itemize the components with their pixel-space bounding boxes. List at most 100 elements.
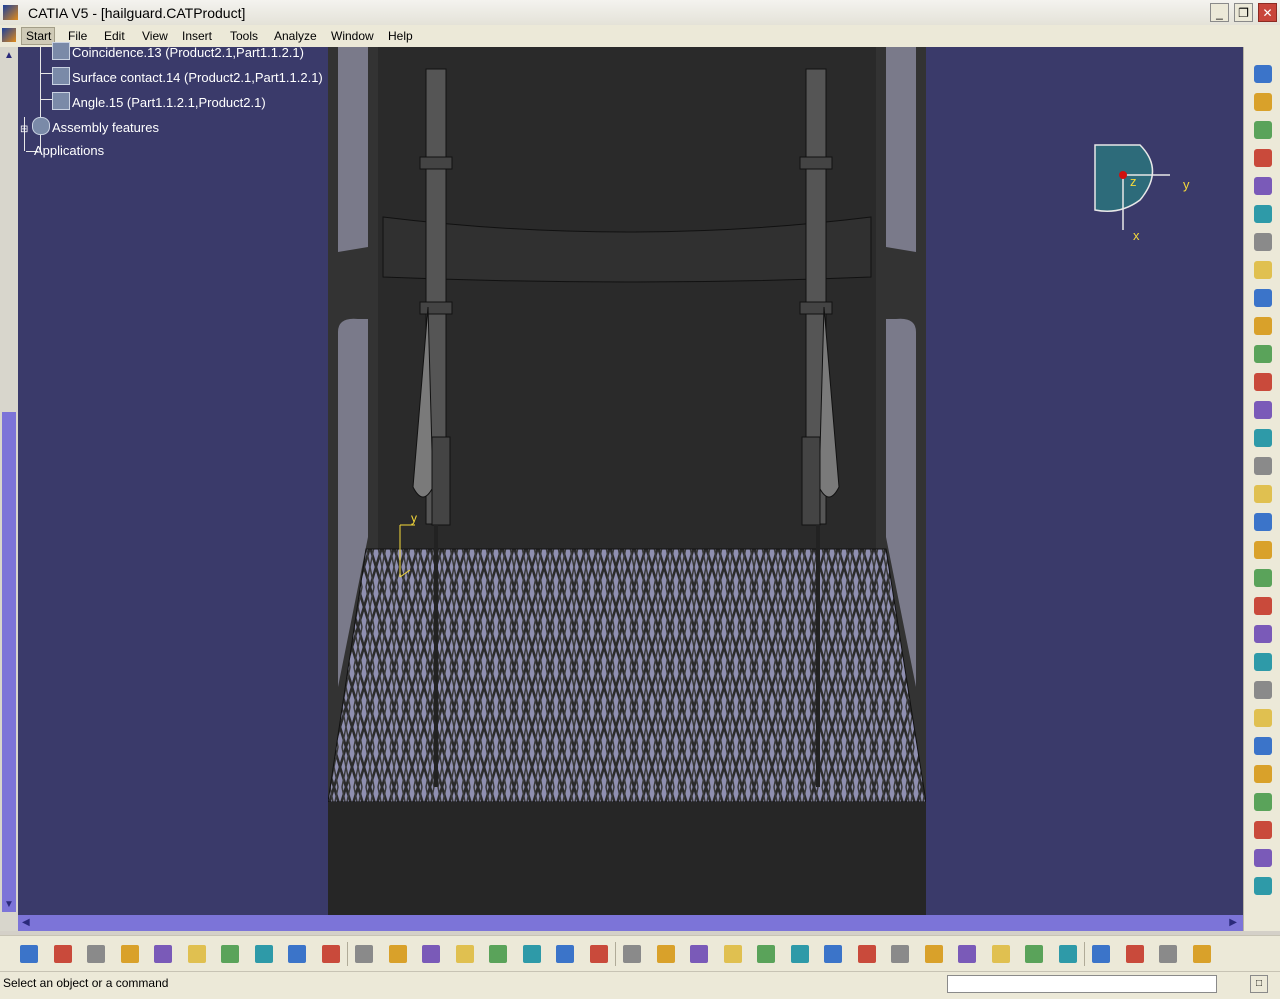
paste-icon[interactable] bbox=[221, 945, 239, 963]
quick-view-icon[interactable] bbox=[824, 945, 842, 963]
scroll-down-icon[interactable]: ▼ bbox=[4, 899, 14, 910]
menu-view[interactable]: View bbox=[142, 29, 168, 43]
update-icon[interactable] bbox=[1254, 877, 1272, 895]
sketcher-icon[interactable] bbox=[1254, 65, 1272, 83]
tree-node-surface-contact[interactable]: Surface contact.14 (Product2.1,Part1.1.2… bbox=[52, 67, 323, 85]
pan-icon[interactable] bbox=[656, 945, 675, 963]
menu-tools[interactable]: Tools bbox=[230, 29, 258, 43]
menu-file[interactable]: File bbox=[68, 29, 87, 43]
design-table-icon[interactable] bbox=[422, 945, 440, 963]
tree-node-angle[interactable]: Angle.15 (Part1.1.2.1,Product2.1) bbox=[52, 92, 266, 110]
menu-edit[interactable]: Edit bbox=[104, 29, 125, 43]
contact-constraint-icon[interactable] bbox=[1254, 625, 1272, 643]
table-icon[interactable] bbox=[455, 945, 474, 963]
cut-icon[interactable] bbox=[154, 945, 172, 963]
quick-constraint-icon[interactable] bbox=[1254, 765, 1272, 783]
redo-icon[interactable] bbox=[288, 945, 306, 963]
expand-plus-icon[interactable]: ⊞ bbox=[20, 124, 28, 135]
menu-analyze[interactable]: Analyze bbox=[274, 29, 317, 43]
multi-instantiation-icon[interactable] bbox=[1254, 373, 1272, 391]
zoom-out-icon[interactable] bbox=[757, 945, 775, 963]
replace-component-icon[interactable] bbox=[1254, 233, 1272, 251]
tree-node-applications[interactable]: Applications bbox=[34, 143, 104, 158]
snap-icon[interactable] bbox=[1254, 513, 1272, 531]
update-all-icon[interactable] bbox=[1092, 945, 1110, 963]
knowledge-advisor-icon[interactable] bbox=[388, 945, 407, 963]
select-arrow-icon[interactable] bbox=[1254, 93, 1272, 111]
horizontal-scrollbar[interactable]: ◀ ▶ bbox=[18, 915, 1243, 931]
command-options-icon[interactable]: □ bbox=[1250, 975, 1268, 993]
fix-component-icon[interactable] bbox=[1254, 709, 1272, 727]
whats-this-icon[interactable] bbox=[321, 945, 340, 963]
menu-start[interactable]: Start bbox=[26, 29, 51, 43]
specification-tree: Coincidence.13 (Product2.1,Part1.1.2.1) … bbox=[18, 42, 348, 187]
measure-icon[interactable] bbox=[522, 945, 541, 963]
create-multi-view-icon[interactable] bbox=[857, 945, 876, 963]
tree-node-coincidence[interactable]: Coincidence.13 (Product2.1,Part1.1.2.1) bbox=[52, 42, 304, 60]
save-icon[interactable] bbox=[87, 945, 105, 963]
copy-icon[interactable] bbox=[187, 945, 206, 963]
catia-app-icon[interactable] bbox=[3, 5, 18, 20]
catia-logo-icon[interactable] bbox=[1192, 945, 1211, 963]
catalog-browser-icon[interactable] bbox=[556, 945, 574, 963]
open-icon[interactable] bbox=[53, 945, 72, 963]
graph-tree-reordering-icon[interactable] bbox=[1254, 261, 1272, 279]
selective-load-icon[interactable] bbox=[1254, 317, 1272, 335]
analysis-icon[interactable] bbox=[1159, 945, 1177, 963]
law-icon[interactable] bbox=[489, 945, 507, 963]
3d-compass-icon[interactable] bbox=[1058, 945, 1077, 963]
fly-mode-icon[interactable] bbox=[589, 945, 608, 963]
compass-widget[interactable]: z y x bbox=[1090, 140, 1190, 250]
flexible-rigid-icon[interactable] bbox=[1254, 793, 1272, 811]
close-button[interactable]: ✕ bbox=[1258, 3, 1277, 22]
zoom-in-icon[interactable] bbox=[723, 945, 742, 963]
normal-view-icon[interactable] bbox=[790, 945, 809, 963]
constraint-icon bbox=[52, 42, 70, 60]
generate-numbering-icon[interactable] bbox=[1254, 289, 1272, 307]
manage-representations-icon[interactable] bbox=[1254, 345, 1272, 363]
hide-show-icon[interactable] bbox=[924, 945, 943, 963]
menu-window[interactable]: Window bbox=[331, 29, 374, 43]
render-icon[interactable] bbox=[1025, 945, 1043, 963]
reuse-pattern-icon[interactable] bbox=[1254, 429, 1272, 447]
rotate-icon[interactable] bbox=[690, 945, 708, 963]
apply-material-icon[interactable] bbox=[991, 945, 1010, 963]
clash-icon[interactable] bbox=[1254, 569, 1272, 587]
undo-icon[interactable] bbox=[254, 945, 273, 963]
scroll-right-icon[interactable]: ▶ bbox=[1229, 917, 1237, 928]
change-constraint-icon[interactable] bbox=[1254, 821, 1272, 839]
coincidence-constraint-icon[interactable] bbox=[1254, 597, 1272, 615]
new-part-icon[interactable] bbox=[1254, 205, 1272, 223]
scroll-up-icon[interactable]: ▲ bbox=[4, 50, 14, 61]
compass-graphic[interactable] bbox=[1090, 140, 1190, 250]
menu-insert[interactable]: Insert bbox=[182, 29, 212, 43]
offset-constraint-icon[interactable] bbox=[1254, 653, 1272, 671]
existing-component-icon[interactable] bbox=[1254, 149, 1272, 167]
tree-node-assembly-features[interactable]: ⊞ Assembly features bbox=[20, 117, 159, 135]
explode-icon[interactable] bbox=[1254, 457, 1272, 475]
fix-together-icon[interactable] bbox=[1254, 737, 1272, 755]
vertical-scroll-thumb[interactable] bbox=[2, 412, 16, 912]
hailguard-model[interactable] bbox=[328, 47, 926, 915]
view-mode-icon[interactable] bbox=[891, 945, 909, 963]
fast-multi-instantiation-icon[interactable] bbox=[1254, 401, 1272, 419]
swap-visible-space-icon[interactable] bbox=[958, 945, 976, 963]
formula-icon[interactable] bbox=[355, 945, 373, 963]
command-input[interactable] bbox=[947, 975, 1217, 993]
fit-all-icon[interactable] bbox=[623, 945, 641, 963]
reuse-constraint-icon[interactable] bbox=[1254, 849, 1272, 867]
manipulation-icon[interactable] bbox=[1254, 485, 1272, 503]
scroll-left-icon[interactable]: ◀ bbox=[22, 917, 30, 928]
catalog-icon[interactable] bbox=[1254, 121, 1272, 139]
product-structure-icon[interactable] bbox=[1125, 945, 1144, 963]
minimize-button[interactable]: _ bbox=[1210, 3, 1229, 22]
vertical-scrollbar[interactable]: ▲ ▼ bbox=[0, 47, 18, 915]
angle-constraint-icon[interactable] bbox=[1254, 681, 1272, 699]
existing-component-positioning-icon[interactable] bbox=[1254, 177, 1272, 195]
start-menu-icon[interactable] bbox=[2, 28, 16, 42]
restore-button[interactable]: ❐ bbox=[1234, 3, 1253, 22]
new-icon[interactable] bbox=[20, 945, 38, 963]
print-icon[interactable] bbox=[120, 945, 139, 963]
smart-move-icon[interactable] bbox=[1254, 541, 1272, 559]
menu-help[interactable]: Help bbox=[388, 29, 413, 43]
